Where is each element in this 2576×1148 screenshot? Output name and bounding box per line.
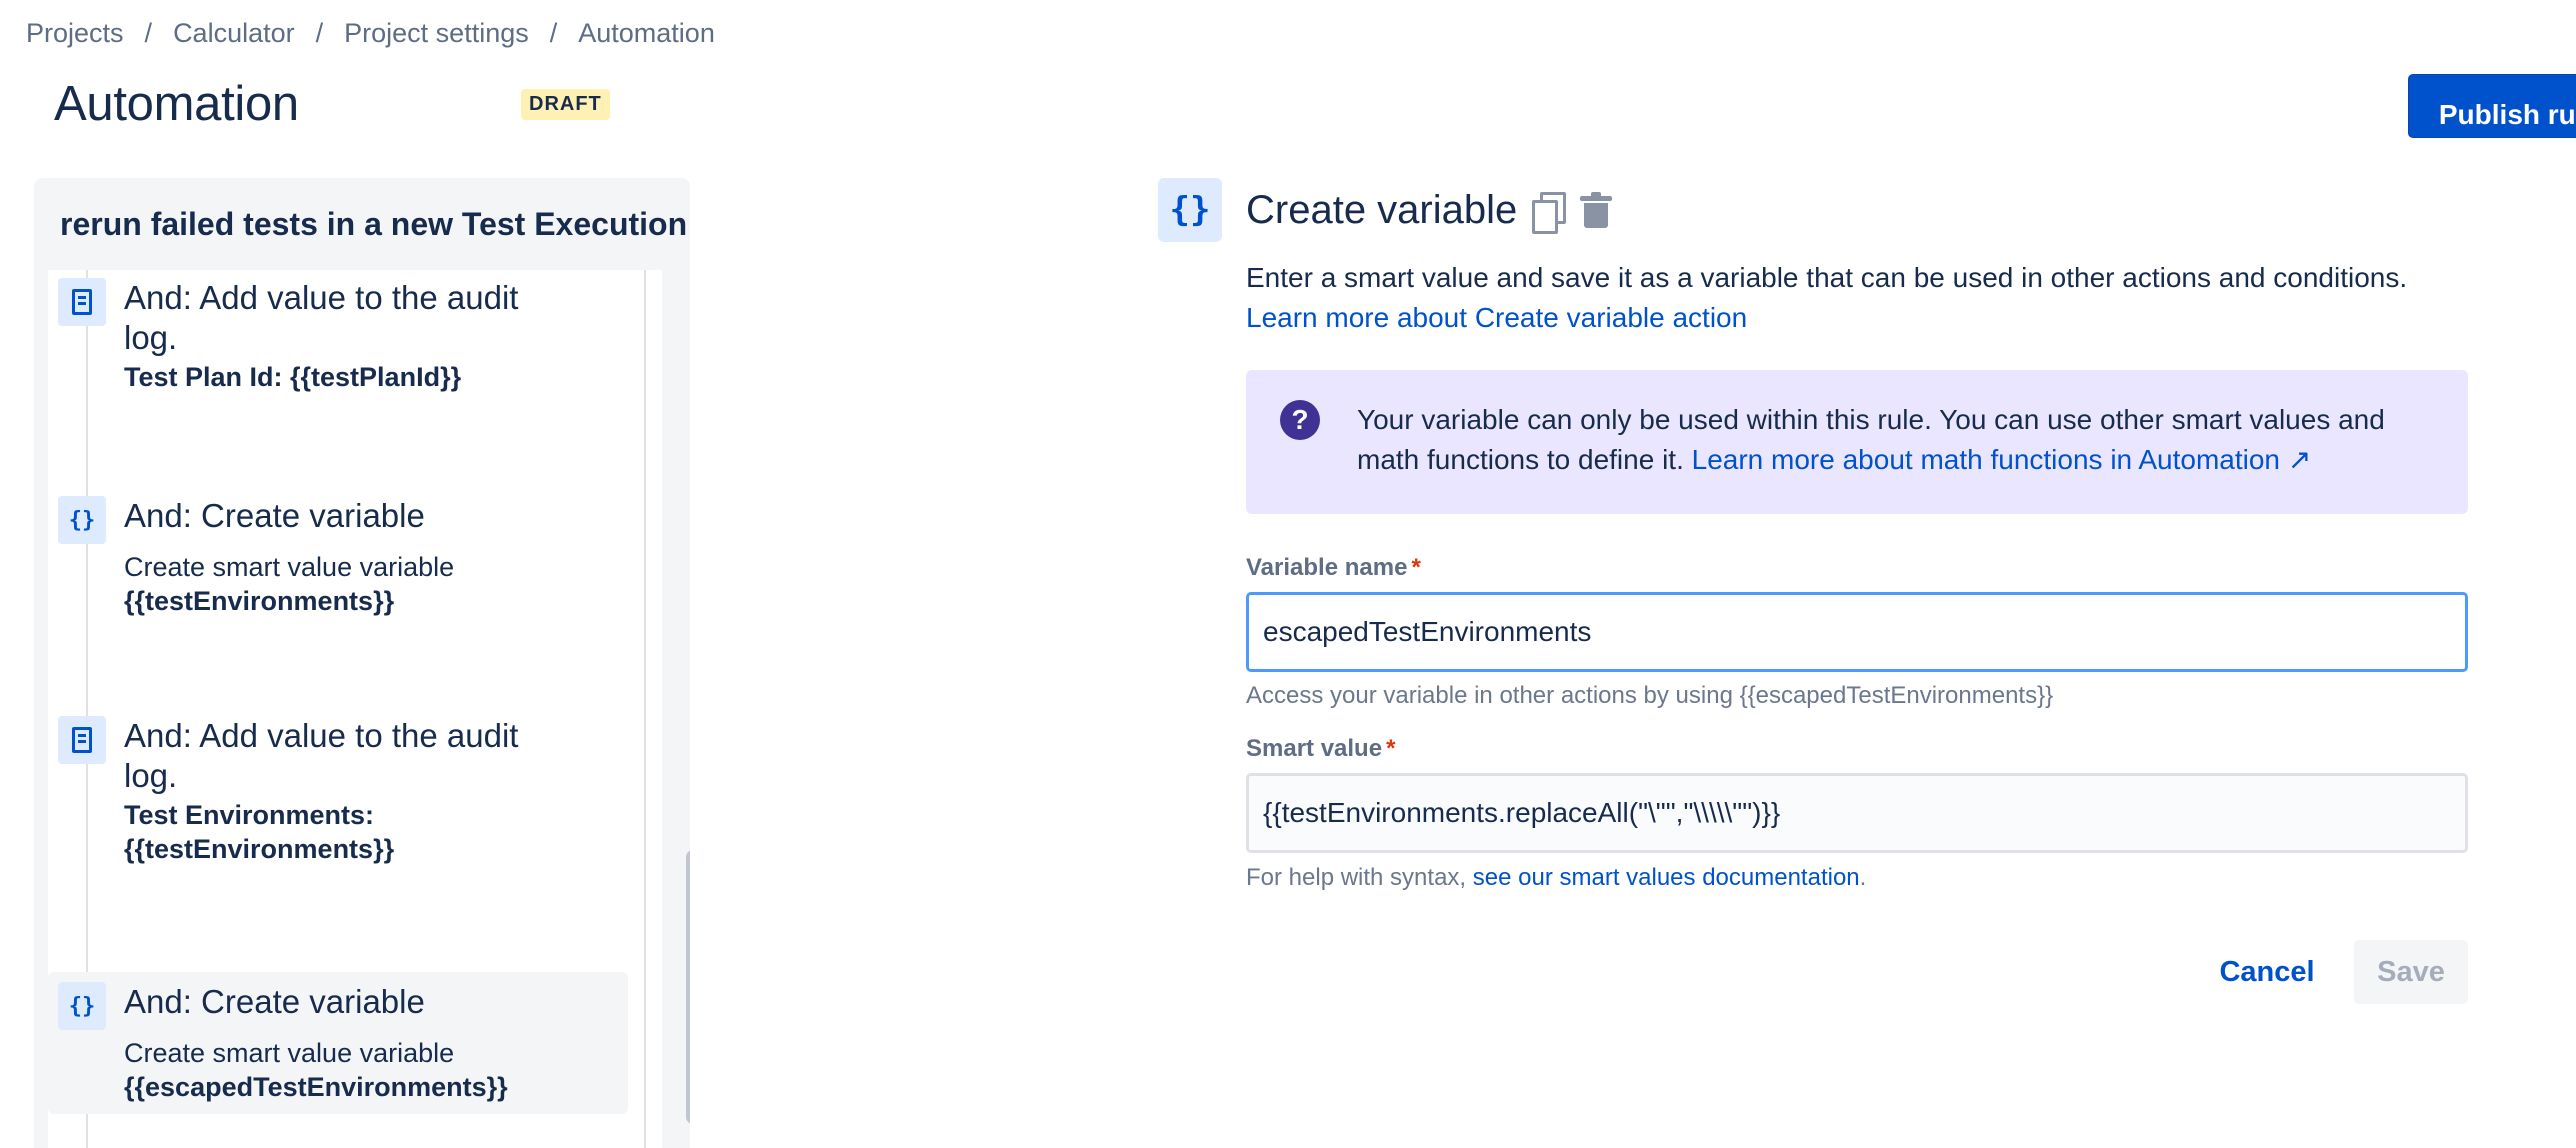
learn-more-create-variable-link[interactable]: Learn more about Create variable action [1246, 298, 1747, 338]
step-description-text: Create smart value variable [124, 1038, 455, 1068]
smart-value-label-text: Smart value [1246, 735, 1383, 762]
step-description-value: Test Plan Id: {{testPlanId}} [124, 362, 462, 392]
rule-step-audit-log[interactable]: And: Add value to the audit log. Test Pl… [48, 270, 628, 468]
variable-name-help: Access your variable in other actions by… [1246, 682, 2054, 709]
step-description-value: {{escapedTestEnvironments}} [124, 1072, 508, 1102]
step-title: And: Add value to the audit log. [124, 279, 519, 356]
smart-value-label: Smart value * [1246, 735, 1395, 763]
step-description-value: Test Environments: {{testEnvironments}} [124, 800, 395, 864]
rule-step-create-variable-selected[interactable]: {} And: Create variable Create smart val… [48, 972, 628, 1114]
save-button[interactable]: Save [2354, 940, 2468, 1004]
info-panel: ? Your variable can only be used within … [1246, 370, 2468, 514]
breadcrumb-separator: / [315, 18, 324, 48]
scrollbar-track [644, 270, 646, 1148]
action-description: Enter a smart value and save it as a var… [1246, 262, 2408, 293]
step-description: Test Plan Id: {{testPlanId}} [124, 360, 604, 394]
step-title: And: Create variable [124, 983, 425, 1020]
draft-status-badge: DRAFT [521, 89, 610, 120]
question-icon: ? [1280, 400, 1320, 440]
breadcrumb: Projects / Calculator / Project settings… [26, 18, 715, 49]
rule-steps-list: And: Add value to the audit log. Test Pl… [48, 270, 662, 1148]
action-title: Create variable [1246, 188, 1518, 232]
breadcrumb-separator: / [144, 18, 153, 48]
braces-icon: {} [58, 496, 106, 544]
step-title: And: Create variable [124, 497, 425, 534]
breadcrumb-projects[interactable]: Projects [26, 18, 124, 49]
smart-value-help: For help with syntax, see our smart valu… [1246, 864, 1866, 892]
info-text: Your variable can only be used within th… [1357, 400, 2447, 480]
breadcrumb-separator: / [549, 18, 558, 48]
rule-name[interactable]: rerun failed tests in a new Test Executi… [60, 206, 687, 243]
publish-rule-button[interactable]: Publish rule [2408, 74, 2576, 138]
rule-step-audit-log[interactable]: And: Add value to the audit log. Test En… [48, 706, 628, 876]
learn-more-math-functions-link[interactable]: Learn more about math functions in Autom… [1692, 444, 2312, 475]
step-description: Create smart value variable {{testEnviro… [124, 550, 604, 618]
audit-log-icon [58, 278, 106, 326]
step-description: Create smart value variable {{escapedTes… [124, 1036, 604, 1104]
breadcrumb-calculator[interactable]: Calculator [173, 18, 295, 49]
automation-page: Projects / Calculator / Project settings… [0, 0, 2576, 1148]
smart-value-help-suffix: . [1859, 864, 1867, 891]
cancel-button[interactable]: Cancel [2208, 940, 2326, 1004]
rule-step-create-variable[interactable]: {} And: Create variable Create smart val… [48, 486, 628, 636]
scrollbar-thumb[interactable] [686, 850, 690, 1124]
smart-value-help-prefix: For help with syntax, [1246, 864, 1473, 891]
step-description: Test Environments: {{testEnvironments}} [124, 798, 424, 866]
required-asterisk: * [1386, 735, 1396, 762]
step-description-text: Create smart value variable [124, 552, 455, 582]
page-title: Automation [54, 77, 299, 131]
copy-icon[interactable] [1532, 192, 1566, 234]
variable-name-input[interactable] [1246, 592, 2468, 672]
breadcrumb-automation[interactable]: Automation [578, 18, 715, 49]
smart-values-documentation-link[interactable]: see our smart values documentation [1473, 864, 1860, 891]
braces-icon: {} [58, 982, 106, 1030]
trash-icon[interactable] [1580, 192, 1612, 228]
step-description-value: {{testEnvironments}} [124, 586, 395, 616]
breadcrumb-project-settings[interactable]: Project settings [344, 18, 529, 49]
rule-panel: rerun failed tests in a new Test Executi… [34, 178, 690, 1148]
smart-value-input[interactable] [1246, 773, 2468, 853]
braces-icon: {} [1158, 178, 1222, 242]
step-title: And: Add value to the audit log. [124, 717, 519, 794]
variable-name-label-text: Variable name [1246, 554, 1408, 581]
audit-log-icon [58, 716, 106, 764]
variable-name-label: Variable name * [1246, 554, 1421, 582]
required-asterisk: * [1411, 554, 1421, 581]
